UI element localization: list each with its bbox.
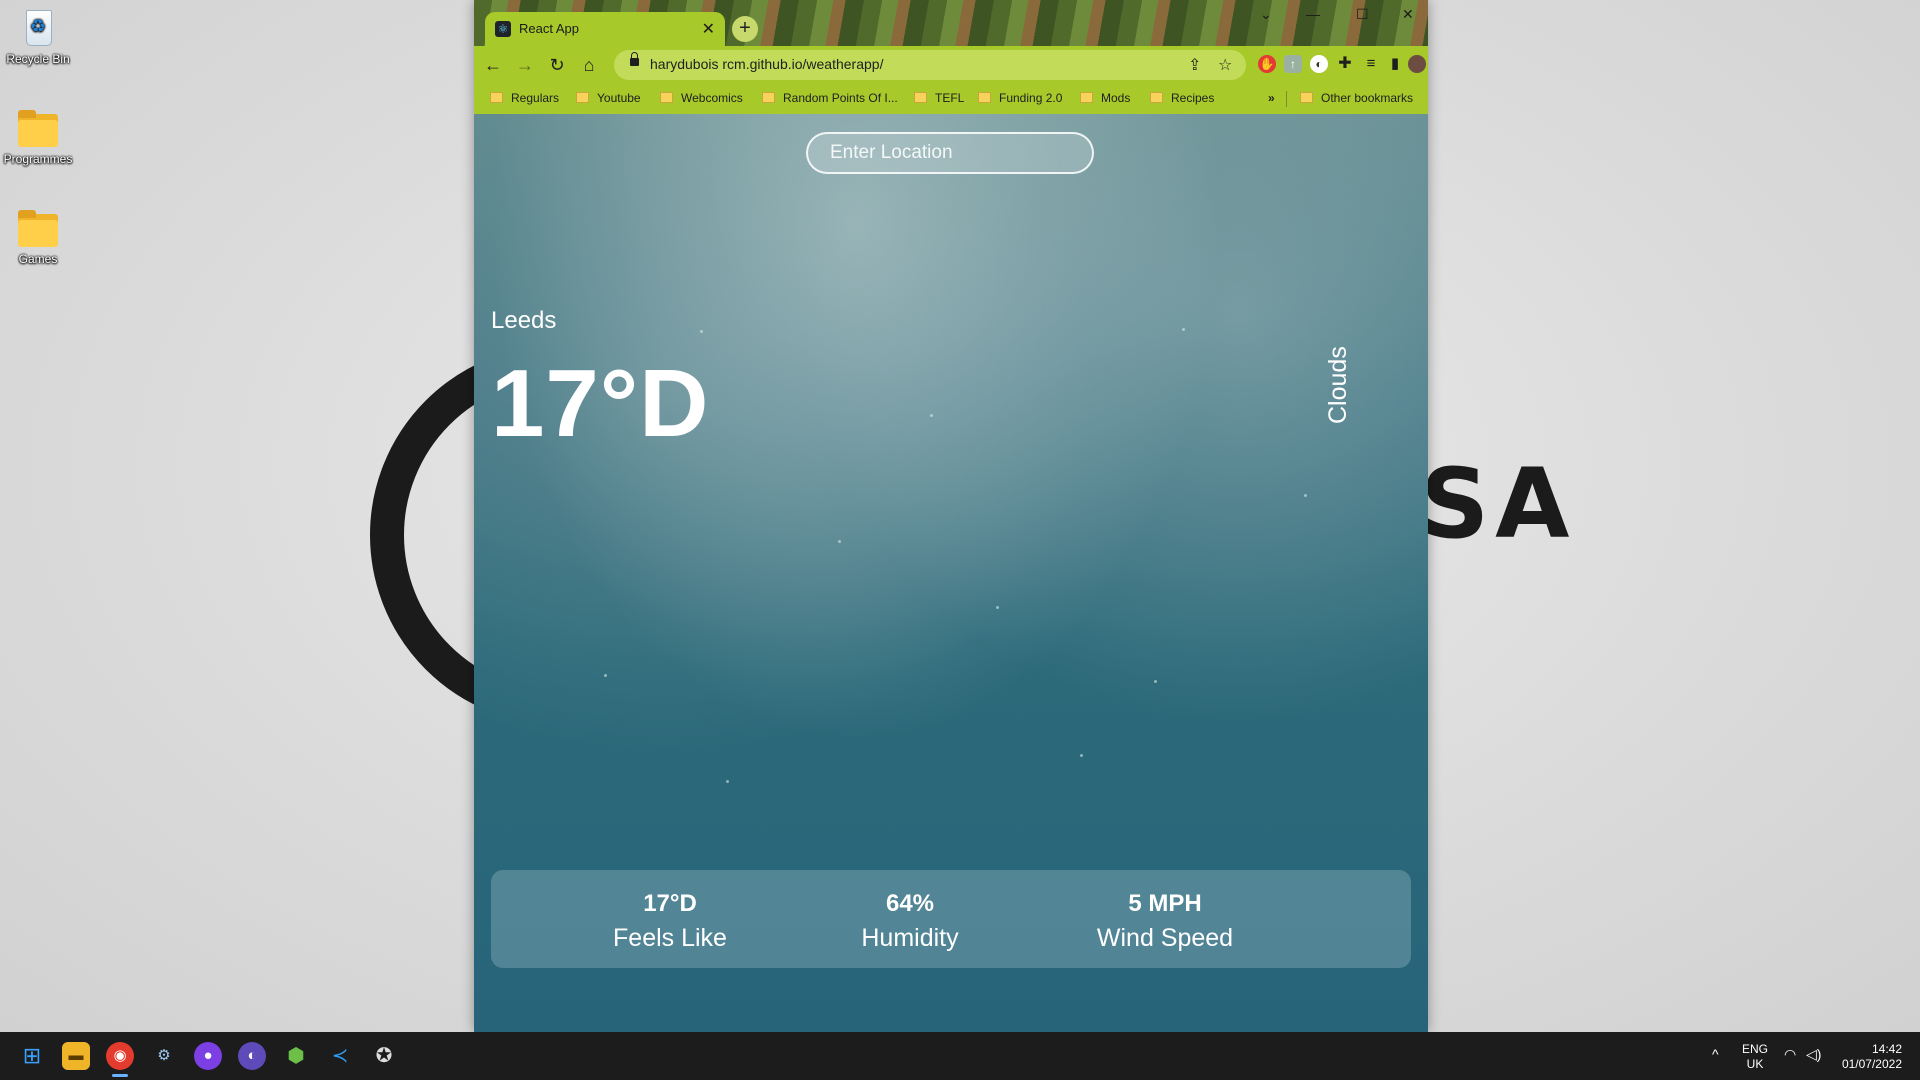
background-speck xyxy=(700,330,703,333)
stat-value: 17°D xyxy=(643,890,697,917)
bookmark-funding[interactable]: Funding 2.0 xyxy=(978,91,1062,105)
language-indicator[interactable]: ENG UK xyxy=(1742,1042,1768,1072)
bookmarks-bar: Regulars Youtube Webcomics Random Points… xyxy=(474,84,1428,114)
forward-icon[interactable]: → xyxy=(514,54,536,76)
desktop-icon-recycle-bin[interactable]: ♻ Recycle Bin xyxy=(2,8,74,66)
folder-icon xyxy=(1300,92,1313,103)
bookmark-tefl[interactable]: TEFL xyxy=(914,91,964,105)
close-tab-icon[interactable]: ✕ xyxy=(702,19,715,39)
folder-icon xyxy=(914,92,927,103)
new-tab-button[interactable]: + xyxy=(732,16,758,42)
browser-window: ⚛ React App ✕ + ⌄ — ☐ ✕ ← → ↻ ⌂ harydubo… xyxy=(474,0,1428,1032)
background-speck xyxy=(726,780,729,783)
lock-icon xyxy=(630,52,639,66)
folder-icon xyxy=(762,92,775,103)
media-control-icon[interactable]: ≡ xyxy=(1362,55,1380,73)
background-speck xyxy=(996,606,999,609)
file-explorer-icon[interactable]: ▬ xyxy=(62,1042,90,1070)
bookmark-random-points[interactable]: Random Points Of I... xyxy=(762,91,898,105)
browser-tab[interactable]: ⚛ React App ✕ xyxy=(485,12,725,46)
wallpaper-text: SA xyxy=(1420,448,1576,560)
avatar[interactable] xyxy=(1408,55,1426,73)
extension-icon[interactable]: ◐ xyxy=(1310,55,1328,73)
current-temperature: 17°D xyxy=(491,350,710,457)
wifi-icon[interactable]: ◠ xyxy=(1784,1046,1796,1063)
extension-icon[interactable]: ↑ xyxy=(1284,55,1302,73)
other-bookmarks[interactable]: Other bookmarks xyxy=(1300,91,1413,105)
background-speck xyxy=(604,674,607,677)
weather-description: Clouds xyxy=(1324,346,1352,424)
stat-label: Wind Speed xyxy=(1096,924,1234,952)
bookmarks-overflow-button[interactable]: » xyxy=(1268,91,1275,105)
chevron-down-icon[interactable]: ⌄ xyxy=(1260,6,1272,23)
tab-title: React App xyxy=(519,21,579,36)
folder-icon xyxy=(660,92,673,103)
background-speck xyxy=(1304,494,1307,497)
chevron-up-icon[interactable]: ^ xyxy=(1712,1046,1719,1062)
desktop-icon-label: Programmes xyxy=(3,152,73,166)
bookmark-recipes[interactable]: Recipes xyxy=(1150,91,1214,105)
stat-feels-like: 17°D Feels Like xyxy=(570,890,770,953)
back-icon[interactable]: ← xyxy=(482,54,504,76)
start-icon[interactable]: ⊞ xyxy=(18,1042,46,1070)
home-icon[interactable]: ⌂ xyxy=(578,54,600,76)
bookmark-youtube[interactable]: Youtube xyxy=(576,91,641,105)
background-speck xyxy=(838,540,841,543)
puzzle-icon[interactable]: ✚ xyxy=(1336,55,1354,73)
address-bar[interactable]: harydubois rcm.github.io/weatherapp/ ⇪ ☆ xyxy=(614,50,1246,80)
background-speck xyxy=(1080,754,1083,757)
chrome-icon[interactable]: ◉ xyxy=(106,1042,134,1070)
location-search-input[interactable] xyxy=(806,132,1094,174)
stat-value: 64% xyxy=(885,890,935,917)
stat-label: Feels Like xyxy=(613,924,727,952)
side-panel-icon[interactable]: ▮ xyxy=(1386,55,1404,73)
bookmark-star-icon[interactable]: ☆ xyxy=(1218,55,1232,75)
stat-value: 5 MPH xyxy=(1128,890,1202,917)
background-speck xyxy=(930,414,933,417)
weather-stats-panel: 17°D Feels Like 64% Humidity 5 MPH Wind … xyxy=(491,870,1411,968)
app-icon[interactable]: ✪ xyxy=(370,1042,398,1070)
reload-icon[interactable]: ↻ xyxy=(546,54,568,76)
active-app-indicator xyxy=(112,1074,128,1077)
weather-app: Leeds 17°D Clouds 17°D Feels Like 64% Hu… xyxy=(474,114,1428,1032)
browser-toolbar: ← → ↻ ⌂ harydubois rcm.github.io/weather… xyxy=(474,46,1428,84)
stat-humidity: 64% Humidity xyxy=(810,890,1010,953)
stat-wind-speed: 5 MPH Wind Speed xyxy=(1065,890,1265,953)
taskbar: ⊞ ▬ ◉ ⚙ ● ◐ ⬢ ≺ ✪ ^ ENG UK ◠ ◁) 14:42 01… xyxy=(0,1032,1920,1080)
minimize-icon[interactable]: — xyxy=(1306,6,1320,22)
bookmark-regulars[interactable]: Regulars xyxy=(490,91,559,105)
folder-icon xyxy=(978,92,991,103)
adblock-extension-icon[interactable]: ✋ xyxy=(1258,55,1276,73)
app-icon[interactable]: ◐ xyxy=(238,1042,266,1070)
minecraft-launcher-icon[interactable]: ⬢ xyxy=(282,1042,310,1070)
vscode-icon[interactable]: ≺ xyxy=(326,1042,354,1070)
stat-label: Humidity xyxy=(861,924,959,952)
bookmark-mods[interactable]: Mods xyxy=(1080,91,1130,105)
background-speck xyxy=(1154,680,1157,683)
city-name: Leeds xyxy=(491,307,557,334)
folder-icon xyxy=(16,208,60,248)
folder-icon xyxy=(1150,92,1163,103)
background-speck xyxy=(1182,328,1185,331)
steam-icon[interactable]: ⚙ xyxy=(150,1042,178,1070)
desktop-icon-label: Games xyxy=(18,252,58,266)
browser-titlebar: ⚛ React App ✕ + ⌄ — ☐ ✕ xyxy=(474,0,1428,46)
folder-icon xyxy=(576,92,589,103)
desktop-icon-programmes[interactable]: Programmes xyxy=(2,108,74,166)
desktop-icon-label: Recycle Bin xyxy=(6,52,70,66)
clock[interactable]: 14:42 01/07/2022 xyxy=(1836,1042,1902,1072)
folder-icon xyxy=(16,108,60,148)
volume-icon[interactable]: ◁) xyxy=(1806,1046,1821,1063)
bookmarks-divider xyxy=(1286,91,1287,107)
desktop-icon-games[interactable]: Games xyxy=(2,208,74,266)
url-text: harydubois rcm.github.io/weatherapp/ xyxy=(650,56,884,72)
close-window-icon[interactable]: ✕ xyxy=(1402,6,1414,23)
github-icon[interactable]: ● xyxy=(194,1042,222,1070)
folder-icon xyxy=(1080,92,1093,103)
react-icon: ⚛ xyxy=(495,21,511,37)
maximize-icon[interactable]: ☐ xyxy=(1356,6,1369,23)
folder-icon xyxy=(490,92,503,103)
share-icon[interactable]: ⇪ xyxy=(1188,55,1201,75)
bookmark-webcomics[interactable]: Webcomics xyxy=(660,91,743,105)
